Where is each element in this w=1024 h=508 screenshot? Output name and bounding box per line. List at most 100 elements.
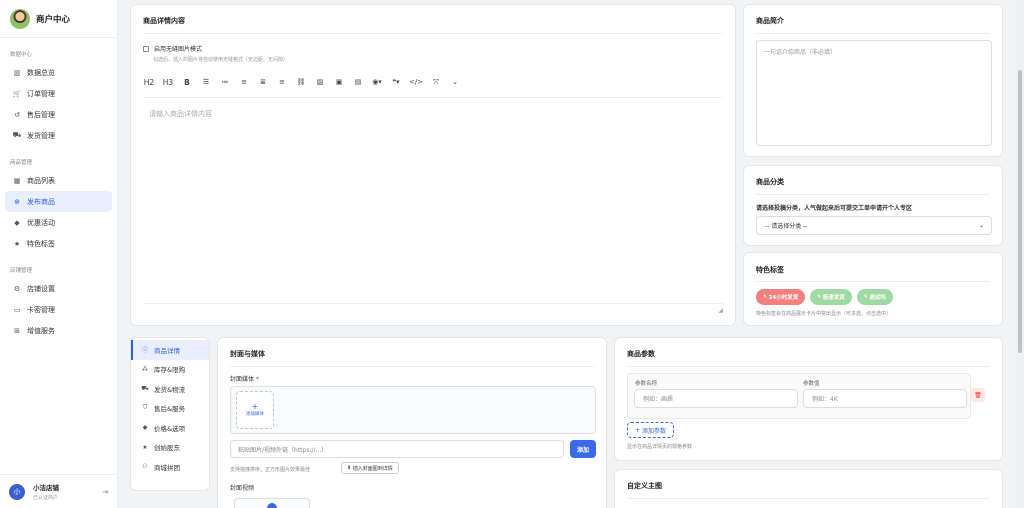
sidebar-item-dashboard[interactable]: ▥ 数据总览 xyxy=(5,62,112,83)
intro-title: 商品简介 xyxy=(756,17,784,25)
ordered-list-icon[interactable]: ≔ xyxy=(219,75,231,89)
insert-cover-button[interactable]: ⬇ 插入封面图到详情 xyxy=(341,462,399,474)
sidebar-item-product-list[interactable]: ▦ 商品列表 xyxy=(5,170,112,191)
user-panel: 小 小洁店铺 已认证商户 ⇥ xyxy=(0,474,118,508)
align-left-icon[interactable]: ≡ xyxy=(238,75,250,89)
sidebar-item-orders[interactable]: 🛒 订单管理 xyxy=(5,83,112,104)
bold-button[interactable]: B xyxy=(181,75,193,89)
avatar[interactable]: 小 xyxy=(9,483,25,500)
code-icon[interactable]: </> xyxy=(409,75,423,89)
feature-tags-card: 特色标签 ϟ 24小时发货 ϟ 极速发货 ϟ 测试吗 特色标签会在商品展示卡片中… xyxy=(743,252,1003,326)
sort-hint: 支持拖拽排序，正方形图片效果最佳 xyxy=(230,467,311,473)
quote-icon[interactable]: ❝▾ xyxy=(390,75,402,89)
heading3-button[interactable]: H3 xyxy=(162,75,174,89)
user-role: 已认证商户 xyxy=(33,495,59,501)
truck-icon: ⛟ xyxy=(141,384,149,392)
editor-title: 商品详情内容 xyxy=(143,17,185,25)
tag-chip[interactable]: ϟ 24小时发货 xyxy=(756,289,806,305)
tab-stock-limit[interactable]: ⁂ 库存&限购 xyxy=(131,360,209,380)
video-icon[interactable]: ▣ xyxy=(333,75,345,89)
align-center-icon[interactable]: ≣ xyxy=(257,75,269,89)
users-icon: ⚇ xyxy=(142,463,148,471)
param-value-header: 参数值 xyxy=(803,381,820,387)
link-icon[interactable]: ⛓ xyxy=(295,75,307,89)
sidebar-item-store-settings[interactable]: ⚙ 店铺设置 xyxy=(5,278,112,299)
user-name: 小洁店铺 xyxy=(33,484,59,492)
sidebar-item-publish-product[interactable]: ⊕ 发布商品 xyxy=(5,191,112,212)
custom-main-image-card: 自定义主图 xyxy=(614,469,1003,508)
seamless-hint: 勾选后，插入的图片将自动使用无缝格式（无边距、无间隙） xyxy=(153,57,289,63)
category-note: 请选择投稿分类，人气做起来后可提交工单申请开个人专区 xyxy=(756,205,913,212)
param-value-input[interactable]: 例如：4K xyxy=(803,389,967,408)
divider xyxy=(230,366,594,367)
cover-drop-zone[interactable]: + 添加媒体 xyxy=(230,386,596,434)
star-icon: ★ xyxy=(142,443,148,451)
page-scrollbar[interactable] xyxy=(1016,0,1024,508)
form-tabs: ⓘ 商品详情 ⁂ 库存&限购 ⛟ 发货&物流 ⛉ 售后&服务 ◆ 价格&选项 ★ 创始股东 … xyxy=(130,337,210,491)
tab-product-details[interactable]: ⓘ 商品详情 xyxy=(131,340,209,360)
video-drop-zone[interactable] xyxy=(234,498,310,508)
sidebar-item-after-sales[interactable]: ↺ 售后管理 xyxy=(5,104,112,125)
category-selected: -- 请选择分类 -- xyxy=(765,223,808,230)
tab-founder[interactable]: ★ 创始股东 xyxy=(131,438,209,458)
tab-after-sales[interactable]: ⛉ 售后&服务 xyxy=(131,399,209,419)
sidebar-item-value-added[interactable]: ⊞ 增值服务 xyxy=(5,320,112,341)
tab-shipping[interactable]: ⛟ 发货&物流 xyxy=(131,379,209,399)
sidebar-item-promotions[interactable]: ◆ 优惠活动 xyxy=(5,212,112,233)
bullet-list-icon[interactable]: ☰ xyxy=(200,75,212,89)
tab-group-buy[interactable]: ⚇ 商城拼团 xyxy=(131,457,209,477)
file-icon[interactable]: ▤ xyxy=(352,75,364,89)
detail-editor-card: 商品详情内容 启用无缝图片模式 勾选后，插入的图片将自动使用无缝格式（无边距、无… xyxy=(130,4,736,326)
boxes-icon: ⁂ xyxy=(142,365,148,373)
delete-param-button[interactable]: 🗑 xyxy=(971,388,985,402)
star-icon: ★ xyxy=(13,239,21,248)
align-right-icon[interactable]: ≡ xyxy=(276,75,288,89)
undo-icon: ↺ xyxy=(14,110,20,119)
fullscreen-icon[interactable]: ⤧ xyxy=(430,75,442,89)
truck-icon: ⛟ xyxy=(12,131,22,139)
add-param-button[interactable]: + 添加参数 xyxy=(627,422,674,438)
logout-icon[interactable]: ⇥ xyxy=(102,488,108,496)
plus-icon: + xyxy=(635,426,641,434)
tag-icon: ◆ xyxy=(142,424,148,432)
bolt-icon: ϟ xyxy=(763,294,767,300)
sidebar-item-shipping[interactable]: ⛟ 发货管理 xyxy=(5,125,112,146)
heading2-button[interactable]: H2 xyxy=(143,75,155,89)
scrollbar-thumb[interactable] xyxy=(1018,70,1022,353)
divider xyxy=(756,194,990,195)
preview-icon[interactable]: ◉▾ xyxy=(371,75,383,89)
divider xyxy=(143,97,723,98)
intro-card: 商品简介 一句话介绍商品（非必填） xyxy=(743,4,1003,157)
divider xyxy=(143,303,723,304)
sidebar-item-feature-tags[interactable]: ★ 特色标签 xyxy=(5,233,112,254)
resize-handle-icon[interactable]: ◢ xyxy=(718,307,723,314)
cover-media-card: 封面与媒体 封面媒体 * + 添加媒体 粘贴图片/视频外链（https://..… xyxy=(217,337,607,508)
seamless-label: 启用无缝图片模式 xyxy=(154,46,203,53)
add-media-button[interactable]: + 添加媒体 xyxy=(236,391,274,429)
video-label: 封面视频 xyxy=(230,485,255,492)
params-title: 商品参数 xyxy=(627,350,655,358)
store-logo xyxy=(10,8,30,29)
sidebar-item-card-keys[interactable]: ▭ 卡密管理 xyxy=(5,299,112,320)
trash-icon: 🗑 xyxy=(974,391,982,399)
seamless-checkbox[interactable] xyxy=(143,45,149,52)
chevron-down-icon[interactable]: ⌄ xyxy=(449,75,461,89)
category-select[interactable]: -- 请选择分类 -- ⌄ xyxy=(756,216,992,235)
image-icon[interactable]: ▨ xyxy=(314,75,326,89)
param-name-input[interactable]: 例如：画质 xyxy=(634,389,798,408)
intro-textarea[interactable]: 一句话介绍商品（非必填） xyxy=(756,40,992,146)
brand[interactable]: 商户中心 xyxy=(0,0,117,38)
tab-price-options[interactable]: ◆ 价格&选项 xyxy=(131,418,209,438)
tag-chip[interactable]: ϟ 测试吗 xyxy=(856,289,893,305)
editor-content[interactable]: 请输入商品详情内容 xyxy=(149,109,212,119)
seamless-toggle[interactable]: 启用无缝图片模式 xyxy=(143,44,202,53)
media-url-input[interactable]: 粘贴图片/视频外链（https://...） xyxy=(230,440,564,458)
category-card: 商品分类 请选择投稿分类，人气做起来后可提交工单申请开个人专区 -- 请选择分类… xyxy=(743,165,1003,246)
gear-icon: ⚙ xyxy=(13,284,21,293)
chevron-down-icon: ⌄ xyxy=(978,222,984,229)
sidebar: 商户中心 数据中心 ▥ 数据总览 🛒 订单管理 ↺ 售后管理 ⛟ 发货管理 商品管理 ▦… xyxy=(0,0,118,508)
divider xyxy=(143,33,723,34)
add-url-button[interactable]: 添加 xyxy=(570,440,596,458)
nav-section-title: 商品管理 xyxy=(10,160,33,166)
tag-chip[interactable]: ϟ 极速发货 xyxy=(810,289,852,305)
